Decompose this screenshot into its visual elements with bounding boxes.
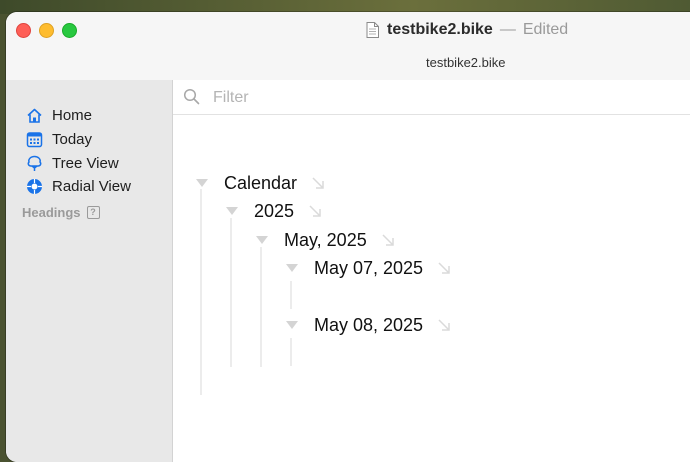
house-icon (27, 108, 42, 123)
outline-row-text[interactable]: May 07, 2025 (314, 258, 423, 279)
outline-row-text[interactable]: Calendar (224, 173, 297, 194)
sidebar-item-label: Home (52, 106, 93, 124)
sidebar-item-today[interactable]: Today (26, 128, 92, 150)
radial-icon (27, 178, 42, 194)
focus-arrow-icon[interactable] (308, 204, 322, 218)
indent-guide (290, 338, 292, 366)
sidebar-item-label: Tree View (52, 154, 119, 172)
headings-label: Headings (22, 205, 81, 220)
filter-input[interactable] (211, 86, 515, 110)
focus-arrow-icon[interactable] (381, 233, 395, 247)
close-button[interactable] (16, 23, 31, 38)
headings-section-header: Headings ? (22, 205, 100, 220)
indent-guide (290, 281, 292, 309)
outline-row[interactable]: May 07, 2025 (286, 256, 451, 280)
sidebar: Home Today Tree View Radial View Heading… (6, 80, 173, 462)
outline-row[interactable]: Calendar (196, 171, 325, 195)
minimize-button[interactable] (39, 23, 54, 38)
sidebar-item-home[interactable]: Home (26, 104, 92, 126)
sidebar-item-label: Radial View (52, 177, 131, 195)
document-name: testbike2.bike (387, 21, 493, 38)
indent-guide (200, 189, 202, 395)
outline-row[interactable]: May 08, 2025 (286, 313, 451, 337)
titlebar: testbike2.bike — Edited testbike2.bike (6, 12, 690, 81)
indent-guide (230, 218, 232, 367)
outline-row[interactable]: 2025 (226, 199, 322, 223)
tab-title[interactable]: testbike2.bike (426, 55, 506, 70)
edit-status: Edited (522, 21, 569, 38)
focus-arrow-icon[interactable] (311, 176, 325, 190)
search-icon (183, 88, 200, 105)
focus-arrow-icon[interactable] (437, 261, 451, 275)
sidebar-item-tree-view[interactable]: Tree View (26, 152, 119, 174)
indent-guide (260, 247, 262, 367)
outline-row-text[interactable]: May 08, 2025 (314, 315, 423, 336)
focus-arrow-icon[interactable] (437, 318, 451, 332)
disclosure-triangle-icon[interactable] (286, 321, 298, 329)
window-title: testbike2.bike — Edited (366, 20, 568, 40)
sidebar-item-label: Today (52, 130, 93, 148)
calendar-icon (26, 131, 43, 147)
zoom-button[interactable] (62, 23, 77, 38)
outline-row-text[interactable]: May, 2025 (284, 230, 367, 251)
outline-editor[interactable]: Calendar 2025 May, 2025 May 07, 2025 May… (173, 115, 690, 462)
sidebar-item-radial-view[interactable]: Radial View (26, 175, 131, 197)
disclosure-triangle-icon[interactable] (226, 207, 238, 215)
disclosure-triangle-icon[interactable] (286, 264, 298, 272)
tree-icon (27, 155, 42, 171)
document-icon (366, 22, 379, 38)
outline-row-text[interactable]: 2025 (254, 201, 294, 222)
app-window: testbike2.bike — Edited testbike2.bike H… (6, 12, 690, 462)
help-icon[interactable]: ? (86, 206, 100, 219)
outline-row[interactable]: May, 2025 (256, 228, 395, 252)
disclosure-triangle-icon[interactable] (256, 236, 268, 244)
disclosure-triangle-icon[interactable] (196, 179, 208, 187)
filter-bar (173, 80, 690, 115)
title-separator: — (499, 21, 516, 38)
